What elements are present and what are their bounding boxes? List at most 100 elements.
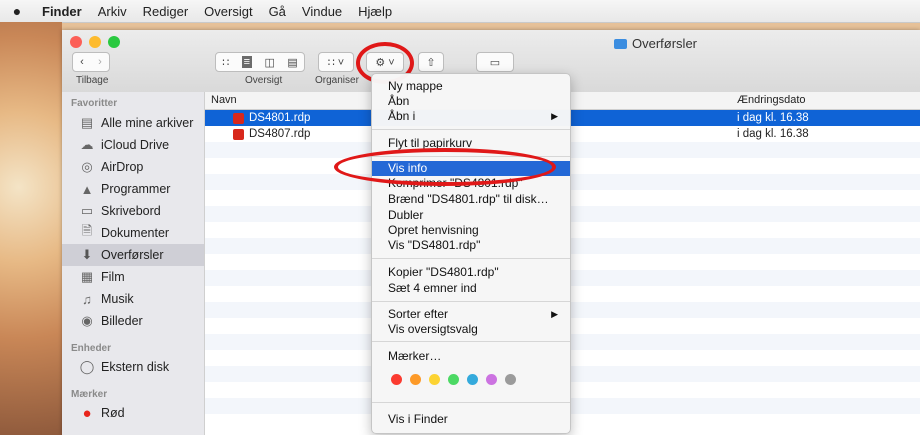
menu-vindue[interactable]: Vindue [294, 4, 350, 19]
back-icon[interactable]: ‹ [80, 56, 84, 68]
menu-item-view-options[interactable]: Vis oversigtsvalg [372, 322, 570, 337]
file-date: i dag kl. 16.38 [737, 112, 809, 124]
sidebar-item-label: Programmer [101, 182, 171, 196]
forward-icon[interactable]: › [98, 56, 102, 68]
folder-icon [614, 38, 627, 49]
tags-button[interactable]: ▭ [476, 52, 514, 72]
menu-item-quick-look[interactable]: Vis "DS4801.rdp" [372, 238, 570, 253]
column-header-date[interactable]: Ændringsdato [737, 94, 806, 106]
sidebar-item-label: AirDrop [101, 160, 144, 174]
tag-gray-icon[interactable] [505, 374, 516, 385]
sidebar-item-airdrop[interactable]: ◎ AirDrop [62, 156, 204, 178]
desktop-wallpaper [0, 22, 62, 435]
menu-separator [372, 301, 570, 302]
menu-item-copy[interactable]: Kopier "DS4801.rdp" [372, 265, 570, 280]
arrange-icon: ∷ ˅ [327, 56, 345, 69]
sidebar-header-devices: Enheder [71, 343, 112, 354]
all-files-icon: ▤ [80, 115, 94, 130]
sidebar-header-favorites: Favoritter [71, 98, 118, 109]
sidebar-item-external-disk[interactable]: ◯ Ekstern disk [62, 356, 204, 378]
sidebar-item-label: Skrivebord [101, 204, 161, 218]
sidebar-item-desktop[interactable]: ▭ Skrivebord [62, 200, 204, 222]
menu-item-open[interactable]: Åbn [372, 94, 570, 109]
sidebar-item-movies[interactable]: ▦ Film [62, 266, 204, 288]
menu-oversigt[interactable]: Oversigt [196, 4, 260, 19]
sidebar-item-label: Musik [101, 292, 134, 306]
airdrop-icon: ◎ [81, 159, 93, 174]
cloud-icon: ☁ [80, 137, 94, 152]
menu-item-label: Åbn i [388, 109, 416, 123]
sidebar-item-label: Billeder [101, 314, 143, 328]
rdp-file-icon [233, 112, 244, 124]
sidebar: Favoritter ▤ Alle mine arkiver ☁ iCloud Dr… [62, 92, 205, 435]
sidebar-item-applications[interactable]: ▲ Programmer [62, 178, 204, 200]
back-forward-control[interactable]: ‹ › [72, 52, 110, 72]
tag-blue-icon[interactable] [467, 374, 478, 385]
menu-item-label: Sorter efter [388, 307, 449, 321]
film-icon: ▦ [80, 269, 94, 284]
file-date: i dag kl. 16.38 [737, 128, 809, 140]
view-label: Oversigt [245, 75, 283, 86]
sidebar-item-tag-red[interactable]: ● Rød [62, 402, 204, 424]
tag-purple-icon[interactable] [486, 374, 497, 385]
menu-item-open-with[interactable]: Åbn i ▶ [372, 109, 570, 124]
menu-item-tags[interactable]: Mærker… [372, 349, 570, 364]
menu-item-duplicate[interactable]: Dubler [372, 208, 570, 223]
sidebar-item-label: Overførsler [101, 248, 164, 262]
apple-icon[interactable]: ● [0, 3, 34, 19]
file-name: DS4807.rdp [249, 128, 311, 140]
camera-icon: ◉ [81, 313, 93, 328]
tag-orange-icon[interactable] [410, 374, 421, 385]
submenu-arrow-icon: ▶ [551, 309, 558, 319]
icon-view-icon[interactable]: ∷ [222, 56, 229, 69]
sidebar-item-downloads[interactable]: ⬇ Overførsler [62, 244, 204, 266]
menu-item-burn[interactable]: Brænd "DS4801.rdp" til disk… [372, 192, 570, 207]
menu-item-show-in-finder[interactable]: Vis i Finder [372, 412, 570, 427]
column-view-icon[interactable]: ◫ [265, 56, 275, 69]
menu-item-new-folder[interactable]: Ny mappe [372, 79, 570, 94]
file-name: DS4801.rdp [249, 112, 311, 124]
documents-icon: 🗎 [81, 223, 93, 238]
rdp-file-icon [233, 128, 244, 140]
window-title-text: Overførsler [632, 36, 697, 51]
sidebar-item-label: Dokumenter [101, 226, 170, 240]
column-header-name[interactable]: Navn [211, 94, 237, 106]
menu-bar: ● Finder Arkiv Rediger Oversigt Gå Vindu… [0, 0, 920, 23]
zoom-button[interactable] [108, 36, 120, 48]
sidebar-item-all-files[interactable]: ▤ Alle mine arkiver [62, 112, 204, 134]
applications-icon: ▲ [80, 181, 94, 197]
close-button[interactable] [70, 36, 82, 48]
menu-finder[interactable]: Finder [34, 4, 90, 19]
sidebar-item-documents[interactable]: 🗎 Dokumenter [62, 222, 204, 244]
tag-green-icon[interactable] [448, 374, 459, 385]
sidebar-item-music[interactable]: ♫ Musik [62, 288, 204, 310]
view-mode-control[interactable]: ∷ ≡ ◫ ▤ [215, 52, 305, 72]
annotation-circle-get-info [334, 148, 556, 186]
menu-item-sort-by[interactable]: Sorter efter ▶ [372, 307, 570, 322]
sidebar-item-pictures[interactable]: ◉ Billeder [62, 310, 204, 332]
arrange-button[interactable]: ∷ ˅ [318, 52, 354, 72]
back-label: Tilbage [76, 75, 109, 86]
share-button[interactable]: ⇧ [418, 52, 444, 72]
submenu-arrow-icon: ▶ [551, 111, 558, 121]
list-view-icon[interactable]: ≡ [241, 56, 253, 68]
menu-rediger[interactable]: Rediger [135, 4, 197, 19]
sidebar-header-tags: Mærker [71, 389, 108, 400]
menu-ga[interactable]: Gå [261, 4, 294, 19]
tag-red-icon[interactable] [391, 374, 402, 385]
arrange-label: Organiser [315, 75, 359, 86]
menu-item-make-alias[interactable]: Opret henvisning [372, 223, 570, 238]
menu-separator [372, 258, 570, 259]
menu-hjaelp[interactable]: Hjælp [350, 4, 400, 19]
coverflow-view-icon[interactable]: ▤ [287, 56, 297, 69]
menu-arkiv[interactable]: Arkiv [90, 4, 135, 19]
menu-separator [372, 402, 570, 403]
disk-icon: ◯ [79, 359, 95, 374]
sidebar-item-icloud[interactable]: ☁ iCloud Drive [62, 134, 204, 156]
red-tag-icon: ● [82, 404, 92, 422]
tag-yellow-icon[interactable] [429, 374, 440, 385]
sidebar-item-label: Alle mine arkiver [101, 116, 194, 130]
minimize-button[interactable] [89, 36, 101, 48]
sidebar-item-label: Ekstern disk [101, 360, 170, 374]
menu-item-paste[interactable]: Sæt 4 emner ind [372, 281, 570, 296]
